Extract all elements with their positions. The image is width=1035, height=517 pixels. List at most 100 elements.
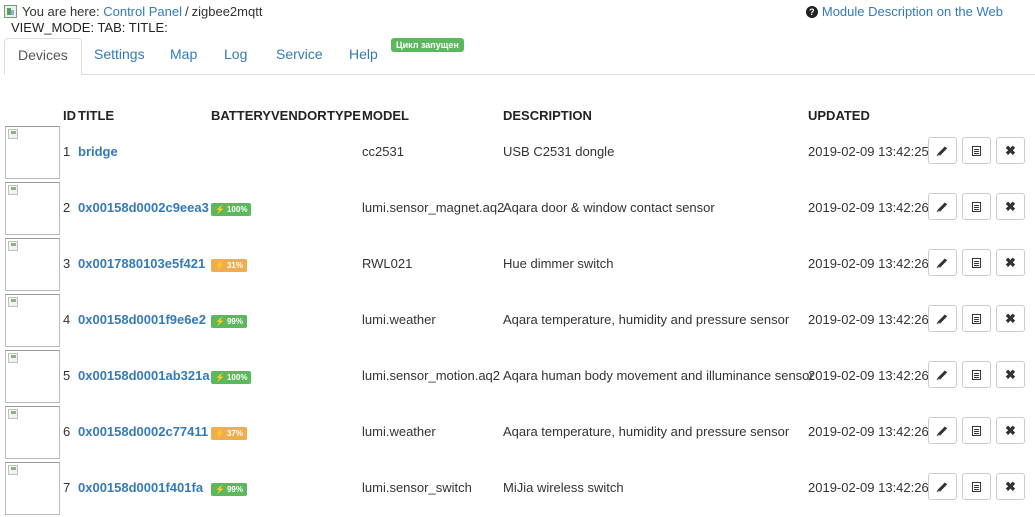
device-description: MiJia wireless switch — [503, 480, 624, 495]
header-type: TYPE — [327, 108, 361, 123]
header-title: TITLE — [78, 108, 115, 123]
device-id: 2 — [63, 200, 71, 215]
details-button[interactable] — [962, 305, 991, 332]
device-id: 4 — [63, 312, 71, 327]
device-image — [5, 238, 60, 291]
device-model: RWL021 — [362, 256, 413, 271]
device-title-link[interactable]: 0x00158d0002c77411 — [78, 424, 208, 439]
device-id: 6 — [63, 424, 71, 439]
bolt-icon: ⚡ — [215, 317, 225, 326]
edit-button[interactable] — [928, 305, 957, 332]
device-updated: 2019-02-09 13:42:26 — [808, 424, 929, 439]
pencil-icon — [937, 313, 948, 324]
table-row: 2 0x00158d0002c9eea3 ⚡ 100% lumi.sensor_magn… — [0, 181, 1035, 237]
tab-map[interactable]: Map — [157, 38, 210, 73]
edit-button[interactable] — [928, 193, 957, 220]
tab-devices[interactable]: Devices — [4, 38, 82, 75]
battery-level: 31% — [226, 261, 243, 270]
device-title-link[interactable]: 0x00158d0001f9e6e2 — [78, 312, 206, 327]
delete-button[interactable]: ✖ — [996, 193, 1025, 220]
device-id: 3 — [63, 256, 71, 271]
edit-button[interactable] — [928, 473, 957, 500]
breadcrumb-control-panel-link[interactable]: Control Panel — [103, 4, 182, 19]
device-title-link[interactable]: 0x00158d0001f401fa — [78, 480, 203, 495]
device-title-link[interactable]: bridge — [78, 144, 118, 159]
device-model: lumi.weather — [362, 424, 436, 439]
header-model: MODEL — [362, 108, 409, 123]
close-icon: ✖ — [1005, 143, 1016, 158]
breadcrumb-separator: / — [185, 3, 189, 19]
table-row: 4 0x00158d0001f9e6e2 ⚡ 99% lumi.weather Aqara… — [0, 293, 1035, 349]
device-image — [5, 126, 60, 179]
battery-badge: ⚡ 37% — [211, 427, 247, 440]
edit-button[interactable] — [928, 137, 957, 164]
delete-button[interactable]: ✖ — [996, 249, 1025, 276]
edit-button[interactable] — [928, 361, 957, 388]
list-icon — [972, 145, 981, 156]
close-icon: ✖ — [1005, 423, 1016, 438]
close-icon: ✖ — [1005, 479, 1016, 494]
device-title-link[interactable]: 0x00158d0002c9eea3 — [78, 200, 209, 215]
details-button[interactable] — [962, 137, 991, 164]
device-updated: 2019-02-09 13:42:26 — [808, 200, 929, 215]
battery-level: 100% — [226, 205, 248, 214]
device-image — [5, 294, 60, 347]
breadcrumb-current: zigbee2mqtt — [191, 3, 263, 19]
battery-level: 99% — [226, 485, 243, 494]
edit-button[interactable] — [928, 417, 957, 444]
delete-button[interactable]: ✖ — [996, 305, 1025, 332]
device-title-link[interactable]: 0x00158d0001ab321a — [78, 368, 210, 383]
device-description: Aqara human body movement and illuminanc… — [503, 368, 814, 383]
device-id: 1 — [63, 144, 71, 159]
battery-level: 99% — [226, 317, 243, 326]
device-id: 5 — [63, 368, 71, 383]
close-icon: ✖ — [1005, 255, 1016, 270]
bolt-icon: ⚡ — [215, 485, 225, 494]
list-icon — [972, 369, 981, 380]
battery-badge: ⚡ 100% — [211, 203, 252, 216]
device-title-link[interactable]: 0x0017880103e5f421 — [78, 256, 205, 271]
tab-settings[interactable]: Settings — [81, 38, 158, 73]
delete-button[interactable]: ✖ — [996, 473, 1025, 500]
list-icon — [972, 257, 981, 268]
table-row: 3 0x0017880103e5f421 ⚡ 31% RWL021 Hue dimmer … — [0, 237, 1035, 293]
device-description: Aqara door & window contact sensor — [503, 200, 715, 215]
battery-level: 100% — [226, 373, 248, 382]
breadcrumb-prefix: You are here: — [22, 3, 100, 19]
bolt-icon: ⚡ — [215, 205, 225, 214]
details-button[interactable] — [962, 249, 991, 276]
tab-help[interactable]: Help — [336, 38, 391, 73]
module-description-label: Module Description on the Web — [821, 4, 1003, 19]
tab-service[interactable]: Service — [263, 38, 336, 73]
device-description: Aqara temperature, humidity and pressure… — [503, 312, 790, 327]
delete-button[interactable]: ✖ — [996, 417, 1025, 444]
tab-log[interactable]: Log — [211, 38, 260, 73]
bolt-icon: ⚡ — [215, 261, 225, 270]
module-description-link[interactable]: ? Module Description on the Web — [805, 4, 1003, 19]
pencil-icon — [937, 257, 948, 268]
battery-level: 37% — [226, 429, 243, 438]
details-button[interactable] — [962, 473, 991, 500]
close-icon: ✖ — [1005, 367, 1016, 382]
details-button[interactable] — [962, 417, 991, 444]
battery-badge: ⚡ 99% — [211, 483, 247, 496]
delete-button[interactable]: ✖ — [996, 361, 1025, 388]
device-updated: 2019-02-09 13:42:26 — [808, 480, 929, 495]
list-icon — [972, 425, 981, 436]
delete-button[interactable]: ✖ — [996, 137, 1025, 164]
device-model: lumi.sensor_switch — [362, 480, 472, 495]
table-row: 5 0x00158d0001ab321a ⚡ 100% lumi.sensor_moti… — [0, 349, 1035, 405]
pencil-icon — [937, 201, 948, 212]
details-button[interactable] — [962, 361, 991, 388]
details-button[interactable] — [962, 193, 991, 220]
table-row: 7 0x00158d0001f401fa ⚡ 99% lumi.sensor_switc… — [0, 461, 1035, 517]
table-row: 6 0x00158d0002c77411 ⚡ 37% lumi.weather Aqara… — [0, 405, 1035, 461]
pencil-icon — [937, 145, 948, 156]
battery-badge: ⚡ 100% — [211, 371, 252, 384]
question-circle-icon: ? — [805, 5, 818, 18]
device-image — [5, 406, 60, 459]
device-image — [5, 182, 60, 235]
close-icon: ✖ — [1005, 199, 1016, 214]
header-updated: UPDATED — [808, 108, 870, 123]
edit-button[interactable] — [928, 249, 957, 276]
